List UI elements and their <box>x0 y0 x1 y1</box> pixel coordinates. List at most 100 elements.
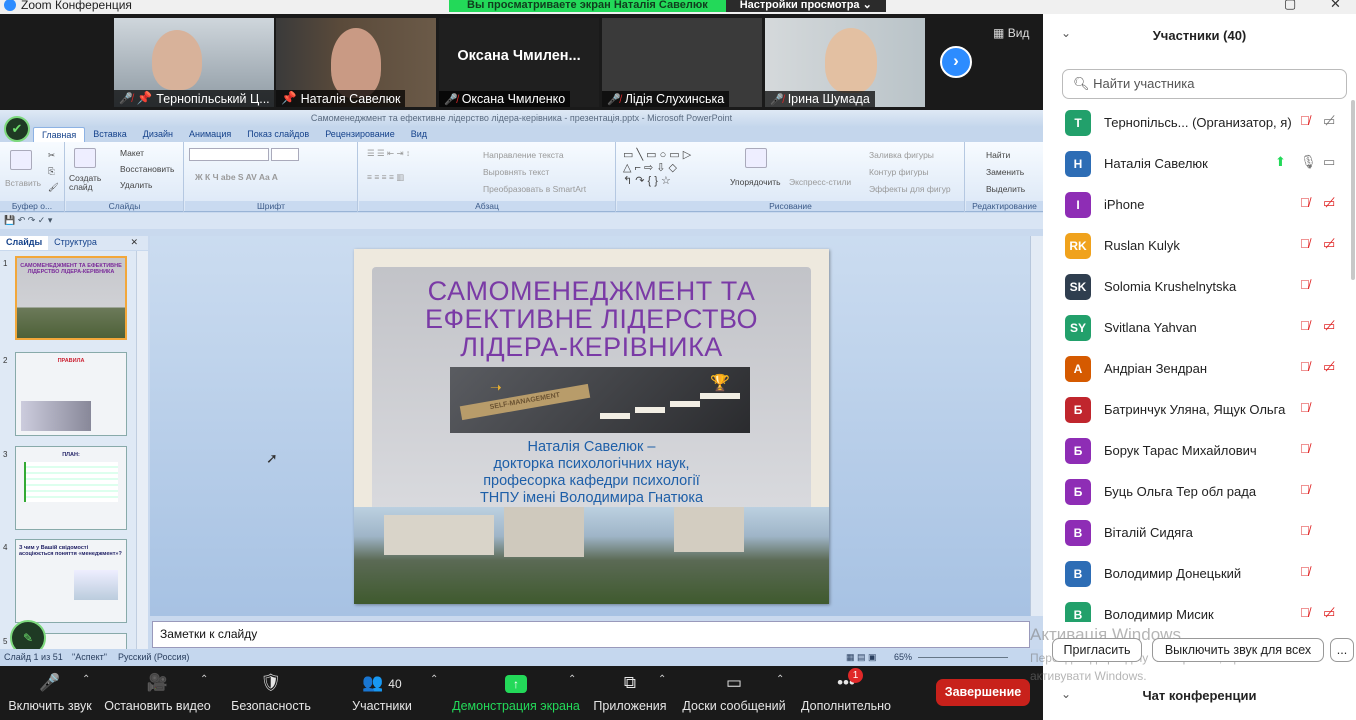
participant-row[interactable]: T Тернопільсь... (Организатор, я) 🎙̸ ▭̸ <box>1043 102 1356 143</box>
chevron-up-icon[interactable]: ⌃ <box>568 674 576 685</box>
slide-notes[interactable]: Заметки к слайду <box>152 621 1030 648</box>
camera-off-icon: ▭̸ <box>1323 113 1336 128</box>
participant-row[interactable]: RK Ruslan Kulyk 🎙̸ ▭̸ <box>1043 225 1356 266</box>
chevron-up-icon[interactable]: ⌃ <box>200 674 208 685</box>
tab-slideshow[interactable]: Показ слайдов <box>239 127 317 142</box>
mouse-cursor-icon: ➚ <box>266 450 278 466</box>
tab-design[interactable]: Дизайн <box>135 127 181 142</box>
layout-button[interactable]: Макет <box>120 148 144 158</box>
video-tile-5[interactable]: 🎤̸ Ірина Шумада <box>765 18 925 107</box>
align-icons[interactable]: ≡ ≡ ≡ ≡ ▥ <box>367 172 404 183</box>
stop-video-button[interactable]: 🎥 Остановить видео ⌃ <box>100 666 215 720</box>
avatar: SY <box>1065 315 1091 341</box>
video-tile-3[interactable]: Оксана Чмилен... 🎤̸ Оксана Чмиленко <box>439 18 599 107</box>
chevron-up-icon[interactable]: ⌃ <box>776 674 784 685</box>
tab-outline[interactable]: Структура <box>48 236 103 250</box>
participant-row[interactable]: А Андріан Зендран 🎙̸ ▭̸ <box>1043 348 1356 389</box>
reset-button[interactable]: Восстановить <box>120 164 174 174</box>
view-buttons-icon[interactable]: ▦ ▤ ▣ <box>846 652 877 663</box>
view-options-button[interactable]: Настройки просмотра ⌄ <box>725 0 886 12</box>
maximize-icon[interactable]: ▢ <box>1284 0 1296 12</box>
participant-name: Буць Ольга Тер обл рада <box>1104 484 1257 499</box>
thumbnail-scrollbar[interactable] <box>136 251 148 649</box>
tab-slides[interactable]: Слайды <box>0 236 49 250</box>
security-shield-icon[interactable]: ✔ <box>4 116 30 142</box>
video-tile-2[interactable]: 📌 Наталія Савелюк <box>276 18 436 107</box>
find-button[interactable]: Найти <box>986 150 1010 160</box>
font-size-select[interactable] <box>271 148 299 161</box>
shape-outline-button[interactable]: Контур фигуры <box>869 167 928 177</box>
participant-row[interactable]: В Віталій Сидяга 🎙̸ <box>1043 512 1356 553</box>
cut-icon[interactable]: ✂ <box>48 150 55 161</box>
shape-fill-button[interactable]: Заливка фигуры <box>869 150 934 160</box>
arrange-icon <box>745 148 767 168</box>
more-options-button[interactable]: ... <box>1330 638 1354 662</box>
slide-title-panel: САМОМЕНЕДЖМЕНТ ТА ЕФЕКТИВНЕ ЛІДЕРСТВО ЛІ… <box>372 267 811 512</box>
thumbnail-slide-2[interactable]: ПРАВИЛА <box>15 352 127 436</box>
participant-row[interactable]: Б Буць Ольга Тер обл рада 🎙̸ <box>1043 471 1356 512</box>
invite-button[interactable]: Пригласить <box>1052 638 1142 662</box>
participant-row[interactable]: Б Борук Тарас Михайлович 🎙̸ <box>1043 430 1356 471</box>
next-page-button[interactable]: › <box>940 46 972 78</box>
thumbnail-slide-4[interactable]: З чим у Вашій свідомості асоціюється пон… <box>15 539 127 623</box>
smartart-button[interactable]: Преобразовать в SmartArt <box>483 184 586 194</box>
participants-button[interactable]: 👥 40 Участники ⌃ <box>340 666 438 720</box>
current-slide[interactable]: САМОМЕНЕДЖМЕНТ ТА ЕФЕКТИВНЕ ЛІДЕРСТВО ЛІ… <box>354 249 829 604</box>
participant-row[interactable]: В Володимир Донецький 🎙̸ <box>1043 553 1356 594</box>
whiteboard-button[interactable]: ▭ Доски сообщений ⌃ <box>680 666 788 720</box>
replace-button[interactable]: Заменить <box>986 167 1024 177</box>
chevron-up-icon[interactable]: ⌃ <box>430 674 438 685</box>
select-button[interactable]: Выделить <box>986 184 1025 194</box>
save-icon[interactable]: 💾 ↶ ↷ ✓ ▾ <box>4 215 52 226</box>
participant-row[interactable]: SY Svitlana Yahvan 🎙̸ ▭̸ <box>1043 307 1356 348</box>
participant-name: Svitlana Yahvan <box>1104 320 1197 335</box>
chevron-up-icon[interactable]: ⌃ <box>658 674 666 685</box>
tab-insert[interactable]: Вставка <box>85 127 134 142</box>
copy-icon[interactable]: ⎘ <box>48 166 55 177</box>
annotate-pen-icon[interactable]: ✎ <box>10 620 46 649</box>
security-button[interactable]: 🛡 Безопасность <box>225 666 317 720</box>
participant-search-input[interactable]: 🔍︎ Найти участника <box>1062 69 1347 99</box>
tab-review[interactable]: Рецензирование <box>317 127 403 142</box>
bold-button[interactable]: Ж К Ч abe S AV Aa A <box>195 172 278 182</box>
align-text-button[interactable]: Выровнять текст <box>483 167 549 177</box>
participant-row[interactable]: SK Solomia Krushelnytska 🎙̸ <box>1043 266 1356 307</box>
end-meeting-button[interactable]: Завершение <box>936 679 1030 706</box>
close-panel-icon[interactable]: ✕ <box>124 236 144 249</box>
participant-row[interactable]: Б Батринчук Уляна, Ящук Ольга 🎙̸ <box>1043 389 1356 430</box>
tab-home[interactable]: Главная <box>33 127 86 142</box>
shape-effects-button[interactable]: Эффекты для фигур <box>869 184 951 194</box>
delete-button[interactable]: Удалить <box>120 180 152 190</box>
participant-row[interactable]: Н Наталія Савелюк ⬆ 🎙 ▭ <box>1043 143 1356 184</box>
paste-button[interactable]: Вставить <box>5 178 41 188</box>
text-direction-button[interactable]: Направление текста <box>483 150 564 160</box>
font-name-select[interactable] <box>189 148 269 161</box>
more-button[interactable]: ••• Дополнительно 1 <box>800 666 892 720</box>
thumbnail-slide-3[interactable]: ПЛАН: <box>15 446 127 530</box>
video-tile-1[interactable]: 🎤̸ 📌 Тернопільський Ц... <box>114 18 274 107</box>
thumbnail-slide-1[interactable]: САМОМЕНЕДЖМЕНТ ТА ЕФЕКТИВНЕ ЛІДЕРСТВО ЛІ… <box>15 256 127 340</box>
shapes-gallery[interactable]: ▭ ╲ ▭ ○ ▭ ▷ △ ⌐ ⇨ ⇩ ◇ ↰ ↷ { } ☆ <box>623 148 691 187</box>
muted-mic-icon: 🎙̸ <box>1300 359 1310 374</box>
bullets-icon[interactable]: ☰ ☰ ⇤ ⇥ ↕ <box>367 148 410 159</box>
participant-row[interactable]: В Володимир Мисик 🎙̸ ▭̸ <box>1043 594 1356 622</box>
tab-animation[interactable]: Анимация <box>181 127 239 142</box>
chevron-up-icon[interactable]: ⌃ <box>82 674 90 685</box>
participants-scrollbar[interactable] <box>1351 100 1355 280</box>
format-painter-icon[interactable]: 🖌 <box>48 182 59 193</box>
zoom-slider[interactable] <box>918 657 1008 658</box>
quick-styles-button[interactable]: Экспресс-стили <box>789 177 851 187</box>
participant-row[interactable]: IiPhone 🎙̸ ▭̸ <box>1043 184 1356 225</box>
mute-all-button[interactable]: Выключить звук для всех <box>1152 638 1324 662</box>
camera-off-icon: ▭̸ <box>1323 195 1336 210</box>
share-screen-button[interactable]: ↑ Демонстрация экрана ⌃ <box>450 666 582 720</box>
tab-view[interactable]: Вид <box>403 127 435 142</box>
apps-button[interactable]: ⧉ Приложения ⌃ <box>590 666 670 720</box>
view-button[interactable]: ▦ Вид <box>993 26 1029 40</box>
unmute-button[interactable]: 🎤 Включить звук ⌃ <box>0 666 100 720</box>
video-tile-4[interactable]: 🎤̸ Лідія Слухинська <box>602 18 762 107</box>
new-slide-button[interactable]: Создать слайд <box>69 174 105 192</box>
slide-scrollbar[interactable] <box>1030 236 1043 616</box>
close-icon[interactable]: ✕ <box>1330 0 1341 12</box>
arrange-button[interactable]: Упорядочить <box>730 177 781 187</box>
